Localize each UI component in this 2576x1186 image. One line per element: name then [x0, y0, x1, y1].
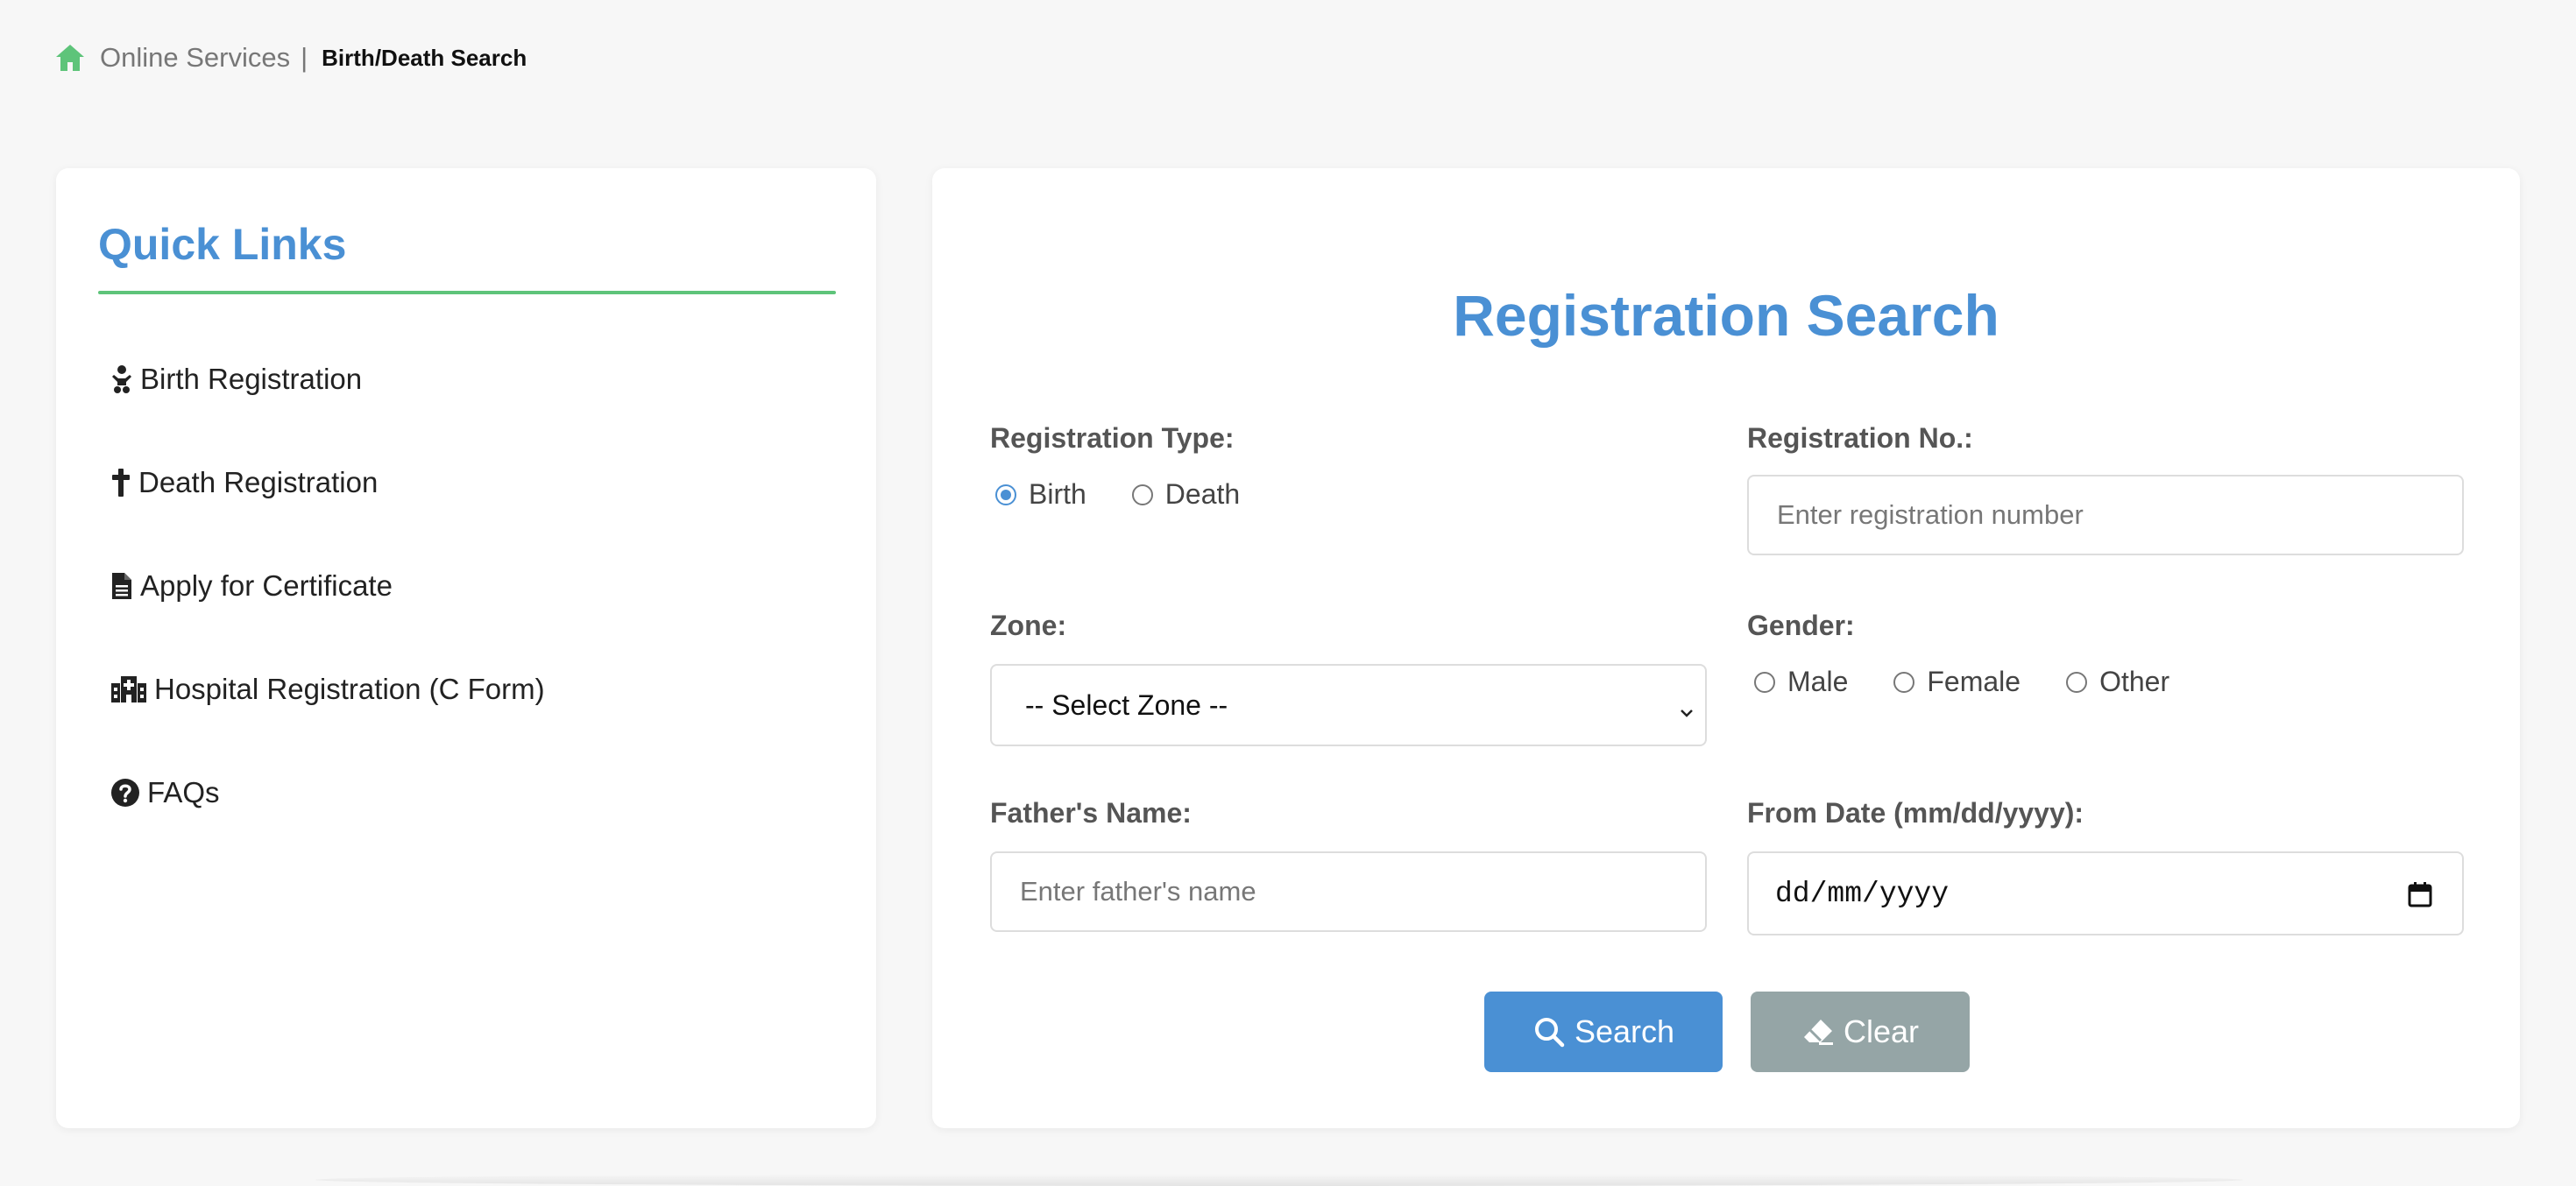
breadcrumb: Online Services | Birth/Death Search: [54, 40, 527, 75]
zone-select-value: -- Select Zone --: [1025, 688, 1228, 721]
radio-death[interactable]: Death: [1131, 478, 1241, 511]
baby-icon: [110, 364, 133, 394]
registration-search-title: Registration Search: [1453, 283, 1999, 348]
quick-links-title: Quick Links: [98, 220, 347, 269]
quick-links-divider: [98, 291, 836, 294]
quick-link-death-registration[interactable]: Death Registration: [110, 459, 545, 506]
registration-no-label: Registration No.:: [1747, 422, 1973, 454]
quick-link-hospital-registration[interactable]: Hospital Registration (C Form): [110, 666, 545, 713]
radio-death-label: Death: [1164, 478, 1241, 510]
gender-label: Gender:: [1747, 610, 1855, 641]
radio-male[interactable]: Male: [1754, 666, 1848, 698]
clear-button-label: Clear: [1843, 1013, 1920, 1049]
from-date-label: From Date (mm/dd/yyyy):: [1747, 797, 2084, 829]
quick-link-faqs[interactable]: FAQs: [110, 769, 545, 816]
chevron-down-icon: [1679, 695, 1695, 728]
gender-radio-group: Male Female Other: [1754, 666, 2215, 698]
search-button-label: Search: [1574, 1013, 1675, 1049]
registration-type-label: Registration Type:: [990, 422, 1235, 454]
quick-link-label: Apply for Certificate: [140, 569, 393, 602]
search-icon: [1532, 1015, 1566, 1048]
home-icon[interactable]: [54, 42, 86, 74]
radio-other[interactable]: Other: [2066, 666, 2169, 698]
radio-other-label: Other: [2099, 666, 2170, 697]
breadcrumb-link-online-services[interactable]: Online Services: [100, 42, 290, 74]
fathers-name-input[interactable]: [990, 851, 1707, 932]
zone-select[interactable]: -- Select Zone --: [990, 664, 1707, 746]
search-button[interactable]: Search: [1484, 992, 1723, 1072]
eraser-icon: [1801, 1017, 1835, 1047]
radio-birth-label: Birth: [1029, 478, 1086, 510]
quick-links-list: Birth Registration Death Registration Ap…: [110, 356, 545, 872]
file-icon: [110, 571, 133, 601]
registration-type-radio-group: Birth Death: [995, 478, 1285, 511]
quick-link-birth-registration[interactable]: Birth Registration: [110, 356, 545, 403]
registration-search-card: Registration Search Registration Type: B…: [932, 168, 2520, 1128]
radio-death-indicator[interactable]: [1131, 484, 1153, 505]
radio-male-label: Male: [1787, 666, 1849, 697]
quick-links-card: Quick Links Birth Registration Death Reg…: [56, 168, 876, 1128]
radio-female-label: Female: [1927, 666, 2021, 697]
registration-no-input[interactable]: [1747, 475, 2464, 555]
from-date-value: dd/mm/yyyy: [1775, 877, 1950, 910]
radio-other-indicator[interactable]: [2066, 671, 2088, 693]
cross-icon: [110, 467, 131, 498]
radio-male-indicator[interactable]: [1754, 671, 1775, 693]
radio-female-indicator[interactable]: [1893, 671, 1915, 693]
quick-link-label: Birth Registration: [140, 363, 363, 395]
breadcrumb-current: Birth/Death Search: [322, 44, 527, 71]
quick-link-label: Death Registration: [138, 466, 379, 498]
quick-link-apply-certificate[interactable]: Apply for Certificate: [110, 562, 545, 610]
hospital-icon: [110, 674, 147, 704]
calendar-icon[interactable]: [2408, 881, 2432, 916]
bottom-shadow: [315, 1174, 2243, 1186]
zone-label: Zone:: [990, 610, 1067, 641]
radio-birth[interactable]: Birth: [995, 478, 1086, 511]
from-date-input[interactable]: dd/mm/yyyy: [1747, 851, 2464, 935]
page: Online Services | Birth/Death Search Qui…: [0, 0, 2576, 1186]
radio-female[interactable]: Female: [1893, 666, 2020, 698]
breadcrumb-separator: |: [301, 42, 308, 73]
question-circle-icon: [110, 778, 140, 808]
radio-birth-indicator[interactable]: [995, 484, 1016, 505]
quick-link-label: FAQs: [147, 776, 220, 808]
fathers-name-label: Father's Name:: [990, 797, 1192, 829]
quick-link-label: Hospital Registration (C Form): [154, 673, 545, 705]
clear-button[interactable]: Clear: [1751, 992, 1970, 1072]
